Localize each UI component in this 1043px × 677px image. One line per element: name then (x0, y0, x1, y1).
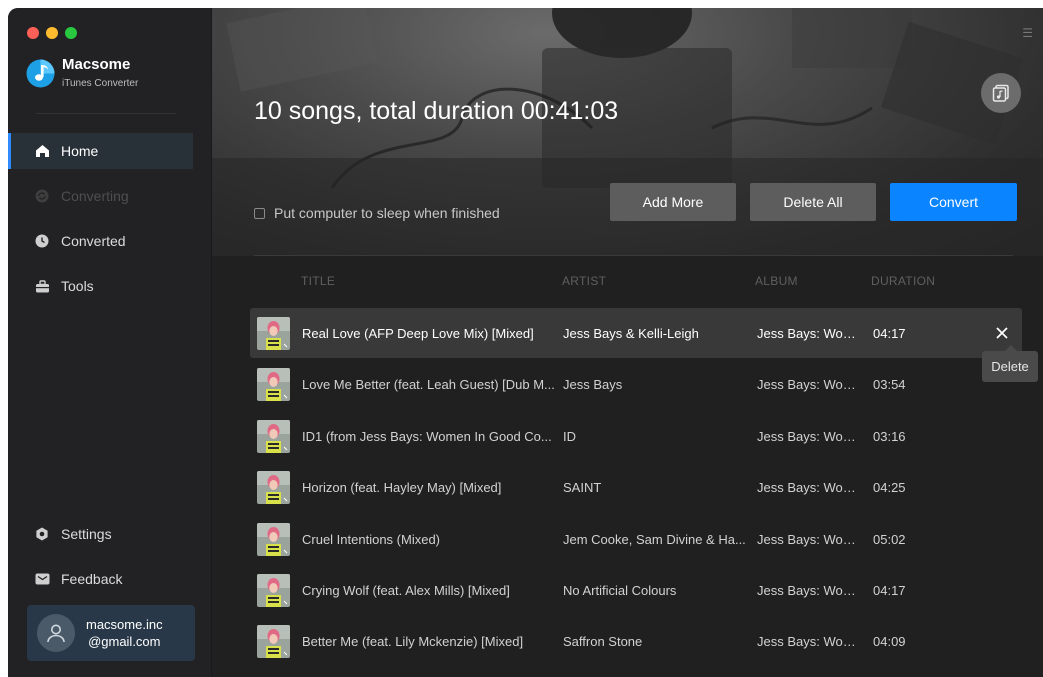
delete-tooltip: Delete (982, 345, 1038, 382)
import-file-button[interactable] (981, 73, 1021, 113)
album-cover-image (257, 471, 290, 505)
table-row[interactable]: Real Love (AFP Deep Love Mix) [Mixed] Je… (250, 308, 1022, 358)
album-cover-image (257, 368, 290, 402)
song-artist: Jem Cooke, Sam Divine & Ha... (563, 531, 746, 547)
table-row[interactable]: Love Me Better (feat. Leah Guest) [Dub M… (250, 359, 1022, 409)
app-brand: Macsome iTunes Converter (26, 56, 138, 91)
clock-icon (34, 233, 50, 249)
delete-all-button[interactable]: Delete All (750, 183, 876, 221)
songs-summary: 10 songs, total duration 00:41:03 (254, 97, 619, 125)
sidebar: Macsome iTunes Converter Home Converting… (8, 8, 212, 677)
account-email-line2: @gmail.com (88, 634, 161, 649)
close-window-button[interactable] (27, 27, 39, 39)
user-icon (47, 624, 65, 643)
song-title: Love Me Better (feat. Leah Guest) [Dub M… (302, 377, 555, 393)
song-duration: 04:17 (873, 583, 906, 598)
zoom-window-button[interactable] (65, 27, 77, 39)
sidebar-item-feedback[interactable]: Feedback (8, 561, 193, 597)
table-row[interactable]: Cruel Intentions (Mixed) Jem Cooke, Sam … (250, 514, 1022, 564)
column-header-duration[interactable]: DURATION (871, 274, 935, 288)
song-artist: SAINT (563, 480, 602, 496)
album-cover-image (257, 522, 290, 556)
sidebar-item-label: Converted (61, 233, 126, 249)
column-header-album[interactable]: ALBUM (755, 274, 798, 288)
avatar (37, 614, 75, 652)
album-cover-image (257, 419, 290, 453)
song-duration: 04:25 (873, 480, 906, 496)
song-artist: No Artificial Colours (563, 583, 677, 598)
sidebar-divider (36, 113, 176, 114)
song-artist: Saffron Stone (563, 634, 643, 650)
song-album: Jess Bays: Wom... (757, 428, 863, 444)
table-row[interactable]: Crying Wolf (feat. Alex Mills) [Mixed] N… (250, 565, 1022, 615)
app-subtitle: iTunes Converter (62, 78, 139, 89)
account-panel[interactable]: macsome.inc @gmail.com (27, 605, 195, 661)
close-icon[interactable] (994, 325, 1010, 341)
song-artist: ID (563, 428, 576, 444)
app-name: Macsome (62, 56, 131, 73)
account-email-line1: macsome.inc (86, 617, 163, 632)
album-cover-image (257, 625, 290, 659)
sleep-checkbox[interactable] (254, 207, 265, 219)
song-duration: 05:02 (873, 531, 906, 547)
song-title: Better Me (feat. Lily Mckenzie) [Mixed] (302, 634, 524, 650)
add-more-button[interactable]: Add More (610, 183, 736, 221)
column-header-title[interactable]: TITLE (301, 274, 335, 288)
song-album: Jess Bays: Wom... (757, 326, 863, 341)
song-title: Cruel Intentions (Mixed) (302, 531, 440, 547)
album-cover-image (257, 317, 290, 350)
song-album: Jess Bays: Wom... (757, 583, 863, 598)
sleep-checkbox-label: Put computer to sleep when finished (274, 205, 500, 221)
sidebar-item-converted[interactable]: Converted (8, 223, 193, 259)
table-divider (254, 255, 1013, 256)
sidebar-item-label: Home (61, 143, 99, 159)
song-album: Jess Bays: Wom... (757, 634, 863, 650)
main-panel: ☰ 10 songs, total duration 00:41:03 Put … (212, 8, 1043, 677)
home-icon (34, 143, 50, 159)
sleep-option: Put computer to sleep when finished (254, 205, 500, 221)
sidebar-item-settings[interactable]: Settings (8, 516, 193, 552)
album-cover-image (257, 574, 290, 607)
song-album: Jess Bays: Wom... (757, 377, 863, 393)
song-title: ID1 (from Jess Bays: Women In Good Co... (302, 428, 552, 444)
song-title: Crying Wolf (feat. Alex Mills) [Mixed] (302, 583, 510, 598)
converting-icon (34, 188, 50, 204)
music-file-icon (992, 84, 1009, 102)
table-row[interactable]: ID1 (from Jess Bays: Women In Good Co...… (250, 411, 1022, 461)
app-logo-icon (26, 59, 55, 88)
table-header: TITLE ARTIST ALBUM DURATION (212, 274, 1043, 290)
minimize-window-button[interactable] (46, 27, 58, 39)
mail-icon (34, 571, 50, 587)
column-header-artist[interactable]: ARTIST (562, 274, 606, 288)
song-album: Jess Bays: Wom... (757, 531, 863, 547)
app-window: Macsome iTunes Converter Home Converting… (8, 8, 1043, 677)
table-row[interactable]: Horizon (feat. Hayley May) [Mixed] SAINT… (250, 462, 1022, 512)
sidebar-item-label: Converting (61, 188, 129, 204)
song-artist: Jess Bays & Kelli-Leigh (563, 326, 699, 341)
sidebar-item-label: Settings (61, 526, 112, 542)
song-duration: 03:54 (873, 377, 906, 393)
song-duration: 04:17 (873, 326, 906, 341)
sidebar-item-label: Feedback (61, 571, 123, 587)
sidebar-item-label: Tools (61, 278, 94, 294)
convert-button[interactable]: Convert (890, 183, 1017, 221)
gear-icon (34, 526, 50, 542)
song-title: Horizon (feat. Hayley May) [Mixed] (302, 480, 502, 496)
sidebar-item-home[interactable]: Home (8, 133, 193, 169)
song-title: Real Love (AFP Deep Love Mix) [Mixed] (302, 326, 534, 341)
toolbox-icon (34, 278, 50, 294)
header-banner: ☰ 10 songs, total duration 00:41:03 Put … (212, 8, 1043, 256)
sidebar-item-converting: Converting (8, 178, 193, 214)
song-artist: Jess Bays (563, 377, 623, 393)
song-duration: 04:09 (873, 634, 906, 650)
song-duration: 03:16 (873, 428, 906, 444)
table-row[interactable]: Better Me (feat. Lily Mckenzie) [Mixed] … (250, 616, 1022, 666)
song-album: Jess Bays: Wom... (757, 480, 863, 496)
menu-icon[interactable]: ☰ (1022, 26, 1033, 40)
sidebar-item-tools[interactable]: Tools (8, 268, 193, 304)
window-controls (27, 27, 77, 39)
